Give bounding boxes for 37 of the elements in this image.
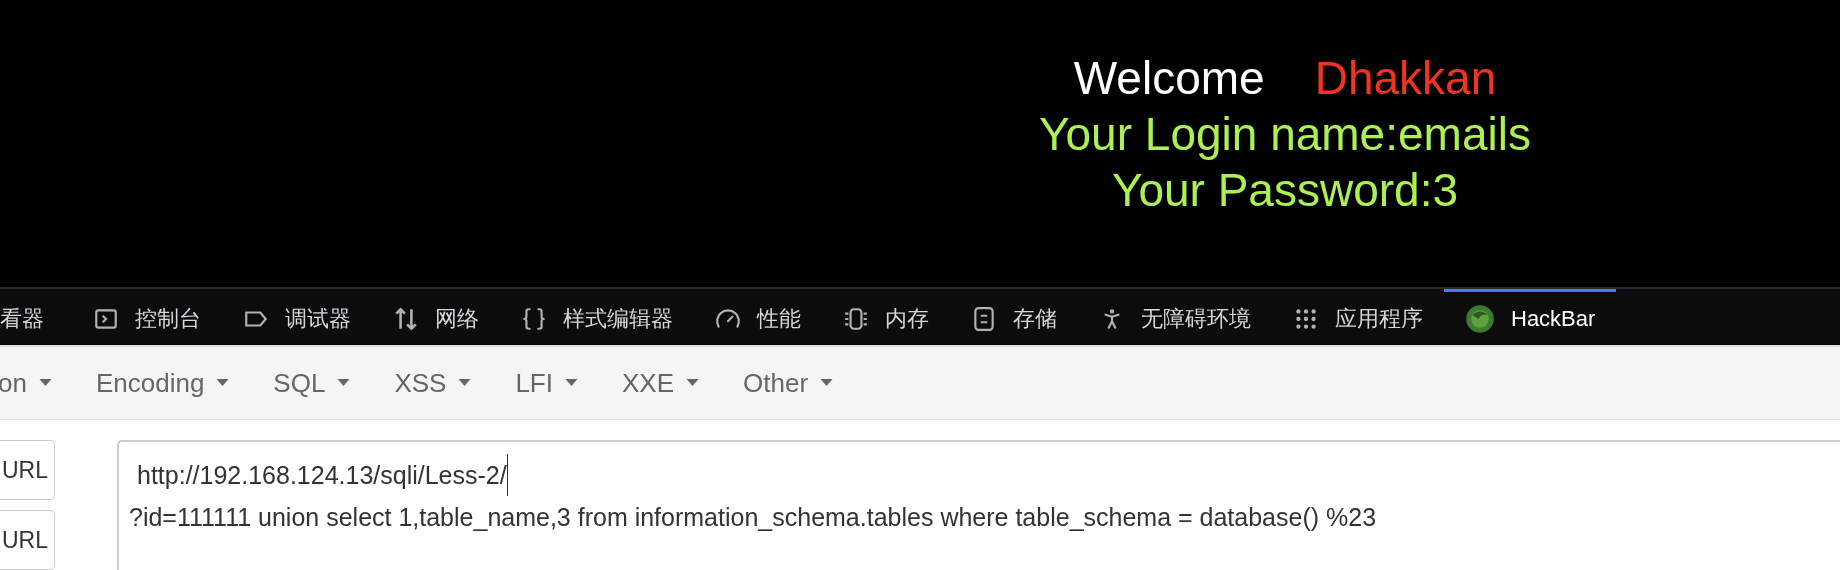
url-text-line: ?id=111111 union select 1,table_name,3 from information_schema.tables where table_schema = database() %23 <box>129 502 1377 533</box>
devtools-tab[interactable]: 样式编辑器 <box>500 289 694 345</box>
devtools-tab[interactable]: 控制台 <box>72 289 222 345</box>
password-text: Your Password:3 <box>1111 163 1459 218</box>
user-name: Dhakkan <box>1314 51 1497 106</box>
welcome-text: Welcome <box>1073 51 1265 106</box>
devtools-tab[interactable]: 网络 <box>372 289 500 345</box>
menu-dropdown[interactable]: XSS <box>394 363 472 403</box>
caret-icon <box>337 379 351 387</box>
caret-icon <box>216 379 230 387</box>
url-button[interactable]: URL <box>0 440 55 500</box>
devtools-tab[interactable]: 内存 <box>822 289 950 345</box>
menu-dropdown[interactable]: Other <box>743 363 834 403</box>
menu-dropdown[interactable]: SQL <box>273 363 351 403</box>
url-field[interactable]: http://192.168.124.13/sqli/Less-2/ ?id=111111 union select 1,table_name,3 from information_schema.tables where table_schema = database() %23 <box>117 440 1840 570</box>
caret-icon <box>565 379 578 387</box>
devtools-tab[interactable]: 应用程序 <box>1272 289 1444 345</box>
menu-dropdown[interactable]: LFI <box>515 363 578 403</box>
url-text-line: http://192.168.124.13/sqli/Less-2/ <box>129 454 508 496</box>
login-name-text: Your Login name:emails <box>1039 107 1531 162</box>
devtools-tab[interactable]: 看器 <box>0 289 72 345</box>
caret-icon <box>38 379 52 387</box>
chip-icon <box>843 305 869 332</box>
devtools-tab[interactable]: 无障碍环境 <box>1078 289 1272 345</box>
caret-icon <box>686 379 699 387</box>
devtools-tab[interactable]: 性能 <box>694 289 822 345</box>
caret-icon <box>820 379 834 387</box>
hackbar-logo-icon <box>1465 303 1495 334</box>
url-button[interactable]: URL <box>0 510 55 570</box>
menu-dropdown[interactable]: XXE <box>622 363 699 403</box>
devtools-tab[interactable]: 调试器 <box>222 289 372 345</box>
devtools-tab[interactable]: 存储 <box>950 289 1078 345</box>
arrows-icon <box>393 305 419 332</box>
braces-icon <box>521 305 547 332</box>
menu-dropdown[interactable]: Encoding <box>95 363 230 403</box>
caret-icon <box>458 379 472 387</box>
storage-icon <box>971 305 997 332</box>
